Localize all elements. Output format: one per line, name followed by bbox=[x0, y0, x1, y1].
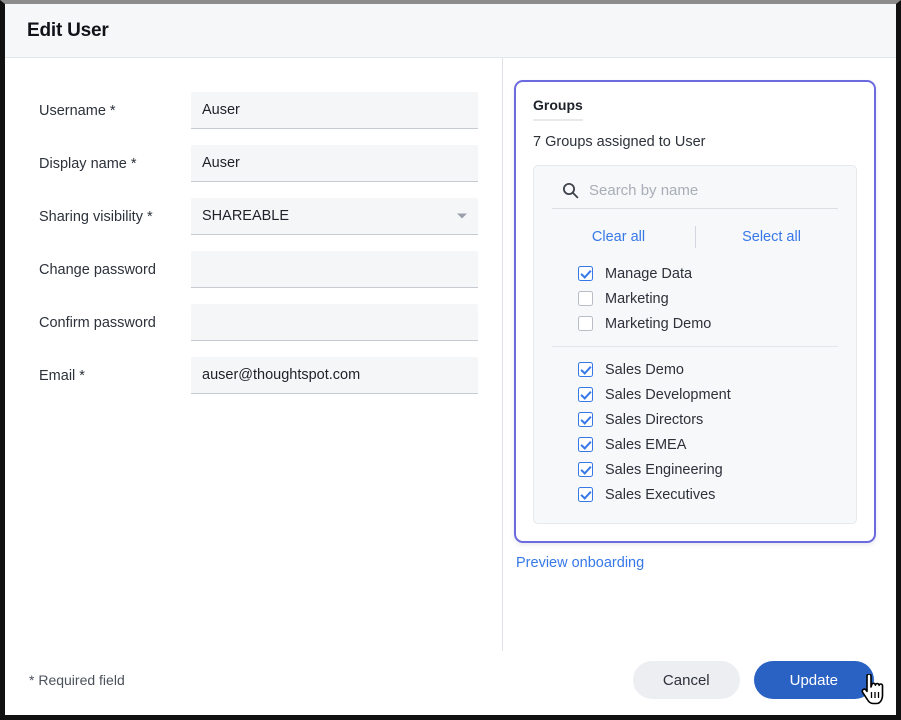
page-title: Edit User bbox=[27, 19, 109, 41]
group-label: Marketing Demo bbox=[605, 315, 712, 332]
group-list-item[interactable]: Sales Development bbox=[552, 382, 838, 407]
clear-all-button[interactable]: Clear all bbox=[559, 229, 679, 245]
form-input-value: Auser bbox=[202, 102, 240, 118]
form-row: Confirm password bbox=[5, 304, 502, 341]
group-label: Marketing bbox=[605, 290, 669, 307]
group-checkbox[interactable] bbox=[578, 412, 593, 427]
cancel-button[interactable]: Cancel bbox=[632, 661, 740, 699]
dialog-footer: * Required field Cancel Update bbox=[5, 654, 896, 706]
form-input-value: SHAREABLE bbox=[202, 208, 290, 224]
user-form-pane: Username * Auser Display name * Auser Sharin… bbox=[5, 58, 502, 654]
group-list-item[interactable]: Sales Directors bbox=[552, 407, 838, 432]
form-input-value: Auser bbox=[202, 155, 240, 171]
group-checkbox[interactable] bbox=[578, 387, 593, 402]
form-input-value: auser@thoughtspot.com bbox=[202, 367, 361, 383]
action-separator bbox=[694, 226, 696, 248]
form-label: Change password bbox=[39, 262, 156, 278]
form-label: Confirm password bbox=[39, 315, 156, 331]
group-label: Sales EMEA bbox=[605, 436, 687, 453]
chevron-down-icon bbox=[457, 213, 467, 219]
form-label: Sharing visibility * bbox=[39, 209, 153, 225]
group-list-item[interactable]: Manage Data bbox=[552, 261, 838, 286]
group-label: Manage Data bbox=[605, 265, 693, 282]
required-field-note: * Required field bbox=[29, 672, 125, 688]
user-form: Username * Auser Display name * Auser Sharin… bbox=[5, 92, 502, 394]
group-list-divider bbox=[552, 346, 838, 347]
group-label: Sales Demo bbox=[605, 361, 684, 378]
update-button[interactable]: Update bbox=[753, 661, 874, 699]
group-search-row bbox=[552, 180, 838, 209]
group-label: Sales Development bbox=[605, 386, 731, 403]
form-input[interactable] bbox=[191, 251, 478, 288]
group-list-item[interactable]: Sales Executives bbox=[552, 482, 838, 507]
groups-picker: Clear all Select all Manage Data Marketin… bbox=[533, 165, 857, 524]
form-row: Email * auser@thoughtspot.com bbox=[5, 357, 502, 394]
form-label: Email * bbox=[39, 368, 85, 384]
groups-card: Groups 7 Groups assigned to User Search … bbox=[514, 80, 876, 543]
group-search-input[interactable] bbox=[589, 180, 836, 201]
group-label: Sales Directors bbox=[605, 411, 704, 428]
group-checkbox[interactable] bbox=[578, 362, 593, 377]
group-checkbox[interactable] bbox=[578, 316, 593, 331]
group-list-item[interactable]: Sales Demo bbox=[552, 357, 838, 382]
group-bulk-actions: Clear all Select all bbox=[552, 213, 838, 261]
dialog-header: Edit User bbox=[5, 4, 896, 58]
footer-buttons: Cancel Update bbox=[632, 661, 874, 699]
group-list-bottom: Sales Demo Sales Development Sales Directo… bbox=[552, 357, 838, 507]
group-list-item[interactable]: Sales EMEA bbox=[552, 432, 838, 457]
preview-onboarding-link[interactable]: Preview onboarding bbox=[516, 555, 644, 571]
group-label: Sales Engineering bbox=[605, 461, 723, 478]
group-label: Sales Executives bbox=[605, 486, 716, 503]
search-icon bbox=[562, 182, 579, 199]
form-input[interactable]: Auser bbox=[191, 145, 478, 182]
group-list-item[interactable]: Marketing bbox=[552, 286, 838, 311]
form-label: Username * bbox=[39, 103, 116, 119]
group-checkbox[interactable] bbox=[578, 291, 593, 306]
groups-assigned-count: 7 Groups assigned to User bbox=[533, 134, 706, 150]
dialog-body: Username * Auser Display name * Auser Sharin… bbox=[5, 58, 896, 654]
form-row: Display name * Auser bbox=[5, 145, 502, 182]
groups-pane: Groups 7 Groups assigned to User Search … bbox=[502, 58, 896, 654]
group-checkbox[interactable] bbox=[578, 487, 593, 502]
form-label: Display name * bbox=[39, 156, 137, 172]
group-list-item[interactable]: Marketing Demo bbox=[552, 311, 838, 336]
form-row: Sharing visibility * SHAREABLE bbox=[5, 198, 502, 235]
form-input[interactable]: auser@thoughtspot.com bbox=[191, 357, 478, 394]
pane-divider bbox=[502, 58, 503, 651]
group-list-top: Manage Data Marketing Marketing Demo bbox=[552, 261, 838, 336]
group-list-item[interactable]: Sales Engineering bbox=[552, 457, 838, 482]
group-checkbox[interactable] bbox=[578, 462, 593, 477]
form-input[interactable] bbox=[191, 304, 478, 341]
form-row: Change password bbox=[5, 251, 502, 288]
edit-user-dialog: Edit User Username * Auser Display name * A… bbox=[0, 0, 901, 720]
sharing-visibility-select[interactable]: SHAREABLE bbox=[191, 198, 478, 235]
group-checkbox[interactable] bbox=[578, 437, 593, 452]
form-input[interactable]: Auser bbox=[191, 92, 478, 129]
group-checkbox[interactable] bbox=[578, 266, 593, 281]
tab-groups[interactable]: Groups bbox=[533, 97, 583, 121]
select-all-button[interactable]: Select all bbox=[712, 229, 832, 245]
form-row: Username * Auser bbox=[5, 92, 502, 129]
